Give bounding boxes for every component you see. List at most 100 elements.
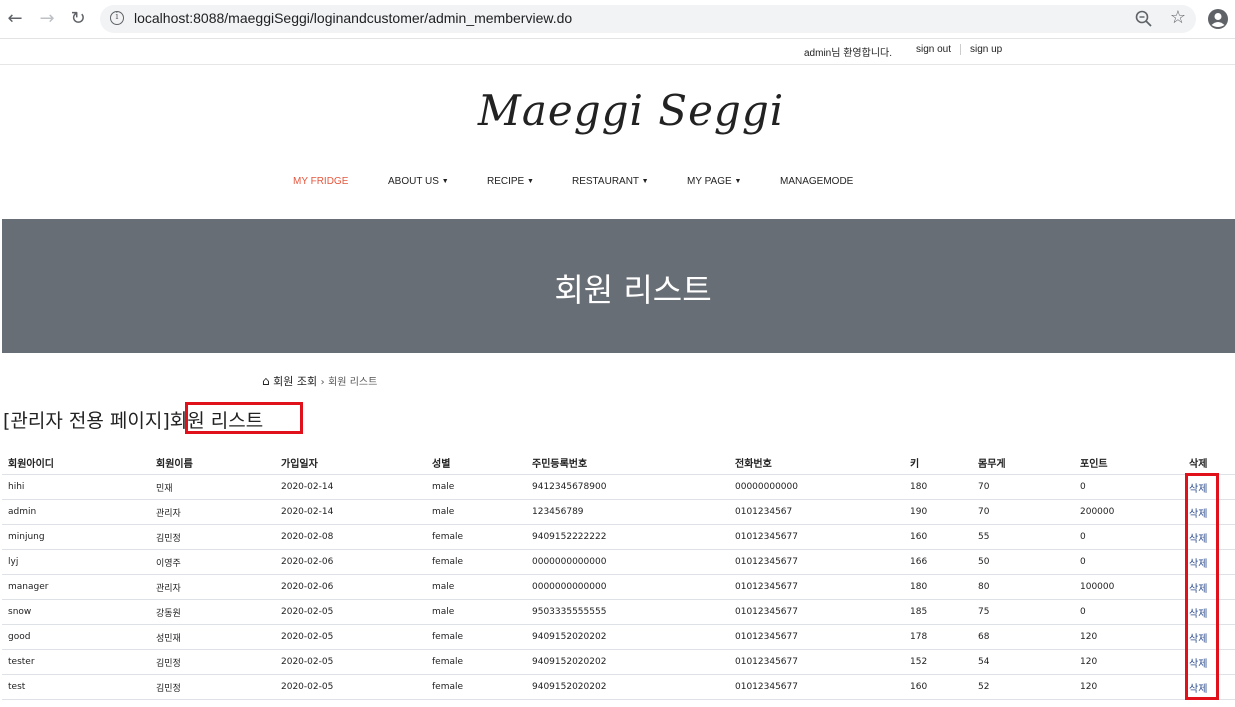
- cell-name: 김민정: [150, 524, 275, 550]
- welcome-text: admin님 환영합니다.: [804, 48, 892, 59]
- cell-join-date: 2020-02-05: [275, 624, 426, 650]
- site-logo[interactable]: Maeggi Seggi: [0, 86, 1235, 135]
- cell-weight: 52: [972, 674, 1074, 700]
- cell-weight: 50: [972, 549, 1074, 575]
- cell-points: 100000: [1074, 574, 1183, 600]
- cell-phone: 00000000000: [729, 474, 904, 500]
- table-row: snow 강동원 2020-02-05 male 9503335555555 0…: [2, 599, 1235, 625]
- signup-link[interactable]: sign up: [970, 44, 1002, 55]
- cell-id: manager: [2, 574, 150, 600]
- column-header: 가입일자: [275, 450, 426, 475]
- signout-link[interactable]: sign out: [916, 44, 951, 55]
- column-header: 삭제: [1183, 450, 1235, 475]
- cell-gender: male: [426, 499, 526, 525]
- cell-height: 178: [904, 624, 972, 650]
- cell-points: 0: [1074, 549, 1183, 575]
- cell-phone: 01012345677: [729, 649, 904, 675]
- table-row: minjung 김민정 2020-02-08 female 9409152222…: [2, 524, 1235, 550]
- user-bar: admin님 환영합니다. sign out sign up: [0, 38, 1235, 65]
- cell-join-date: 2020-02-06: [275, 574, 426, 600]
- cell-gender: female: [426, 674, 526, 700]
- cell-height: 160: [904, 524, 972, 550]
- cell-join-date: 2020-02-08: [275, 524, 426, 550]
- url-text[interactable]: localhost:8088/maeggiSeggi/loginandcusto…: [134, 10, 572, 26]
- divider: [960, 44, 961, 55]
- cell-resident-number: 9412345678900: [526, 474, 729, 500]
- column-header: 전화번호: [729, 450, 904, 475]
- menu-about-us[interactable]: ABOUT US ▼: [388, 176, 449, 187]
- cell-name: 관리자: [150, 499, 275, 525]
- column-header: 포인트: [1074, 450, 1183, 475]
- cell-phone: 01012345677: [729, 549, 904, 575]
- cell-gender: male: [426, 574, 526, 600]
- delete-highlight-box: [1185, 473, 1219, 700]
- cell-points: 200000: [1074, 499, 1183, 525]
- cell-resident-number: 9409152222222: [526, 524, 729, 550]
- cell-phone: 0101234567: [729, 499, 904, 525]
- cell-join-date: 2020-02-05: [275, 649, 426, 675]
- cell-weight: 75: [972, 599, 1074, 625]
- menu-restaurant[interactable]: RESTAURANT ▼: [572, 176, 649, 187]
- back-arrow-icon[interactable]: ←: [4, 8, 26, 30]
- table-row: manager 관리자 2020-02-06 male 000000000000…: [2, 574, 1235, 600]
- cell-points: 0: [1074, 524, 1183, 550]
- cell-id: minjung: [2, 524, 150, 550]
- breadcrumb-parent[interactable]: 회원 조회: [273, 375, 317, 388]
- cell-name: 성민재: [150, 624, 275, 650]
- cell-phone: 01012345677: [729, 599, 904, 625]
- cell-resident-number: 0000000000000: [526, 549, 729, 575]
- cell-gender: male: [426, 474, 526, 500]
- cell-id: good: [2, 624, 150, 650]
- cell-join-date: 2020-02-14: [275, 474, 426, 500]
- info-icon[interactable]: i: [110, 11, 124, 25]
- cell-id: snow: [2, 599, 150, 625]
- menu-label: RECIPE: [487, 176, 525, 187]
- profile-icon[interactable]: [1207, 8, 1229, 30]
- menu-recipe[interactable]: RECIPE ▼: [487, 176, 534, 187]
- menu-label: ABOUT US: [388, 176, 439, 187]
- zoom-icon[interactable]: [1134, 9, 1154, 29]
- caret-down-icon: ▼: [527, 178, 534, 185]
- cell-name: 이영주: [150, 549, 275, 575]
- cell-height: 180: [904, 574, 972, 600]
- cell-resident-number: 9409152020202: [526, 674, 729, 700]
- forward-arrow-icon[interactable]: →: [36, 8, 58, 30]
- banner-title: 회원 리스트: [554, 271, 712, 309]
- cell-weight: 55: [972, 524, 1074, 550]
- table-row: good 성민재 2020-02-05 female 9409152020202…: [2, 624, 1235, 650]
- cell-id: tester: [2, 649, 150, 675]
- menu-my-fridge[interactable]: MY FRIDGE: [293, 176, 348, 187]
- column-header: 성별: [426, 450, 526, 475]
- cell-name: 민재: [150, 474, 275, 500]
- column-header: 회원이름: [150, 450, 275, 475]
- cell-points: 120: [1074, 649, 1183, 675]
- cell-join-date: 2020-02-05: [275, 599, 426, 625]
- cell-join-date: 2020-02-14: [275, 499, 426, 525]
- menu-my-page[interactable]: MY PAGE ▼: [687, 176, 741, 187]
- cell-resident-number: 0000000000000: [526, 574, 729, 600]
- cell-height: 190: [904, 499, 972, 525]
- browser-toolbar: ← → ↻ i localhost:8088/maeggiSeggi/login…: [0, 0, 1235, 39]
- cell-height: 185: [904, 599, 972, 625]
- table-header-row: 회원아이디 회원이름 가입일자 성별 주민등록번호 전화번호 키 몸무게 포인트…: [2, 450, 1235, 475]
- cell-points: 120: [1074, 624, 1183, 650]
- menu-label: RESTAURANT: [572, 176, 639, 187]
- cell-name: 관리자: [150, 574, 275, 600]
- cell-height: 160: [904, 674, 972, 700]
- caret-down-icon: ▼: [441, 178, 449, 185]
- menu-managemode[interactable]: MANAGEMODE: [780, 176, 853, 187]
- column-header: 주민등록번호: [526, 450, 729, 475]
- address-bar[interactable]: i localhost:8088/maeggiSeggi/loginandcus…: [100, 5, 1196, 33]
- cell-join-date: 2020-02-05: [275, 674, 426, 700]
- home-icon[interactable]: ⌂: [262, 374, 270, 388]
- caret-down-icon: ▼: [734, 178, 742, 185]
- cell-id: hihi: [2, 474, 150, 500]
- cell-join-date: 2020-02-06: [275, 549, 426, 575]
- cell-name: 강동원: [150, 599, 275, 625]
- reload-icon[interactable]: ↻: [67, 8, 89, 30]
- star-icon[interactable]: ☆: [1170, 7, 1186, 28]
- highlight-box: [185, 402, 303, 434]
- breadcrumb-separator: ›: [320, 377, 325, 388]
- cell-id: admin: [2, 499, 150, 525]
- cell-resident-number: 9409152020202: [526, 624, 729, 650]
